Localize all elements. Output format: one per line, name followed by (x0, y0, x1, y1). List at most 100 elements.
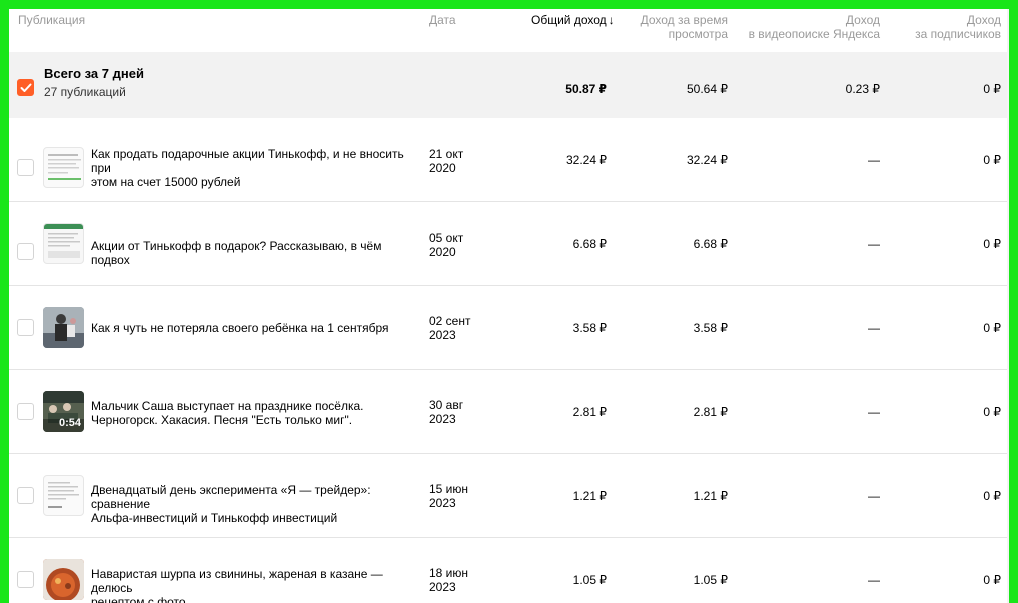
row-watch-income: 32.24 ₽ (687, 153, 728, 167)
table-row[interactable]: Двенадцатый день эксперимента «Я — трейд… (9, 454, 1009, 538)
row-title-line2: Альфа-инвестиций и Тинькофф инвестиций (91, 511, 338, 525)
table-row[interactable]: Наваристая шурпа из свинины, жареная в к… (9, 538, 1009, 603)
scrollbar-track[interactable] (1007, 9, 1009, 603)
row-checkbox[interactable] (17, 403, 34, 420)
column-publication[interactable]: Публикация (18, 13, 85, 27)
stats-panel: Публикация Дата Общий доход ↓ Доход за вр… (9, 9, 1009, 603)
row-date-line2: 2020 (429, 245, 456, 259)
row-watch-income: 6.68 ₽ (693, 237, 728, 251)
row-date-line1: 15 июн (429, 482, 469, 496)
row-title[interactable]: Двенадцатый день эксперимента «Я — трейд… (91, 483, 421, 525)
row-checkbox[interactable] (17, 159, 34, 176)
row-title[interactable]: Акции от Тинькофф в подарок? Рассказываю… (91, 239, 421, 267)
row-date: 15 июн 2023 (429, 482, 489, 510)
document-thumbnail-icon[interactable] (43, 475, 84, 516)
row-date-line1: 21 окт (429, 147, 464, 161)
video-thumbnail-icon[interactable]: 0:54 (43, 391, 84, 432)
row-title-line2: этом на счет 15000 рублей (91, 175, 241, 189)
total-row: Всего за 7 дней 27 публикаций 50.87 ₽ 50… (9, 52, 1009, 118)
table-row[interactable]: Акции от Тинькофф в подарок? Рассказываю… (9, 202, 1009, 286)
column-total-income-label: Общий доход (531, 13, 607, 27)
row-title-line1: Как продать подарочные акции Тинькофф, и… (91, 147, 404, 175)
select-all-checkbox[interactable] (17, 79, 34, 96)
column-videosearch-line2: в видеопоиске Яндекса (748, 27, 880, 41)
row-date: 30 авг 2023 (429, 398, 489, 426)
row-videosearch-income: — (868, 321, 880, 335)
row-date-line1: 30 авг (429, 398, 464, 412)
row-title-line1: Наваристая шурпа из свинины, жареная в к… (91, 567, 383, 595)
row-title[interactable]: Мальчик Саша выступает на празднике посё… (91, 399, 421, 427)
food-thumbnail-icon[interactable] (43, 559, 84, 600)
row-videosearch-income: — (868, 489, 880, 503)
row-subscribers-income: 0 ₽ (983, 153, 1001, 167)
row-title-line2: рецептом с фото (91, 595, 186, 603)
row-subscribers-income: 0 ₽ (983, 573, 1001, 587)
column-subscribers-line1: Доход (966, 13, 1001, 27)
row-date-line2: 2023 (429, 496, 456, 510)
row-date-line1: 05 окт (429, 231, 464, 245)
row-date: 18 июн 2023 (429, 566, 489, 594)
row-date-line1: 18 июн (429, 566, 469, 580)
total-subscribers-income-value: 0 ₽ (983, 82, 1001, 96)
row-subscribers-income: 0 ₽ (983, 237, 1001, 251)
document-thumbnail-icon[interactable] (43, 147, 84, 188)
row-title-line1: Двенадцатый день эксперимента «Я — трейд… (91, 483, 371, 511)
row-checkbox[interactable] (17, 487, 34, 504)
total-watch-income-value: 50.64 ₽ (687, 82, 728, 96)
row-total-income: 2.81 ₽ (572, 405, 607, 419)
row-total-income: 6.68 ₽ (572, 237, 607, 251)
total-subtitle: 27 публикаций (44, 85, 126, 99)
column-date[interactable]: Дата (429, 13, 456, 27)
row-title-line2: Черногорск. Хакасия. Песня "Есть только … (91, 413, 353, 427)
row-title[interactable]: Как я чуть не потеряла своего ребёнка на… (91, 321, 421, 335)
video-duration: 0:54 (59, 417, 82, 429)
row-title-line1: Как я чуть не потеряла своего ребёнка на… (91, 321, 389, 335)
row-total-income: 32.24 ₽ (566, 153, 607, 167)
column-subscribers-line2: за подписчиков (915, 27, 1001, 41)
column-subscribers-income[interactable]: Доход за подписчиков (889, 13, 1001, 41)
row-watch-income: 2.81 ₽ (693, 405, 728, 419)
row-total-income: 3.58 ₽ (572, 321, 607, 335)
document-green-thumbnail-icon[interactable] (43, 223, 84, 264)
row-subscribers-income: 0 ₽ (983, 489, 1001, 503)
row-watch-income: 3.58 ₽ (693, 321, 728, 335)
column-watch-income-line2: просмотра (668, 27, 728, 41)
row-subscribers-income: 0 ₽ (983, 321, 1001, 335)
row-date: 02 сент 2023 (429, 314, 489, 342)
row-videosearch-income: — (868, 573, 880, 587)
table-row[interactable]: 0:54 Мальчик Саша выступает на празднике… (9, 370, 1009, 454)
row-total-income: 1.05 ₽ (572, 573, 607, 587)
row-title[interactable]: Наваристая шурпа из свинины, жареная в к… (91, 567, 421, 603)
check-icon (20, 83, 32, 92)
row-checkbox[interactable] (17, 571, 34, 588)
row-date-line2: 2023 (429, 328, 456, 342)
row-date-line2: 2023 (429, 412, 456, 426)
row-checkbox[interactable] (17, 319, 34, 336)
row-watch-income: 1.05 ₽ (693, 573, 728, 587)
row-title-line1: Мальчик Саша выступает на празднике посё… (91, 399, 364, 413)
row-date-line2: 2023 (429, 580, 456, 594)
column-videosearch-income[interactable]: Доход в видеопоиске Яндекса (729, 13, 880, 41)
row-videosearch-income: — (868, 405, 880, 419)
row-date-line1: 02 сент (429, 314, 471, 328)
column-watch-income[interactable]: Доход за время просмотра (609, 13, 728, 41)
row-title[interactable]: Как продать подарочные акции Тинькофф, и… (91, 147, 421, 189)
table-header: Публикация Дата Общий доход ↓ Доход за вр… (9, 9, 1009, 53)
row-videosearch-income: — (868, 237, 880, 251)
column-videosearch-line1: Доход (845, 13, 880, 27)
column-watch-income-line1: Доход за время (640, 13, 728, 27)
row-subscribers-income: 0 ₽ (983, 405, 1001, 419)
total-title: Всего за 7 дней (44, 66, 144, 81)
photo-thumbnail-icon[interactable] (43, 307, 84, 348)
row-videosearch-income: — (868, 153, 880, 167)
row-date: 05 окт 2020 (429, 231, 489, 259)
row-watch-income: 1.21 ₽ (693, 489, 728, 503)
table-row[interactable]: Как продать подарочные акции Тинькофф, и… (9, 118, 1009, 202)
row-total-income: 1.21 ₽ (572, 489, 607, 503)
row-date: 21 окт 2020 (429, 147, 489, 175)
table-row[interactable]: Как я чуть не потеряла своего ребёнка на… (9, 286, 1009, 370)
column-total-income[interactable]: Общий доход ↓ (531, 13, 615, 27)
row-title-line1: Акции от Тинькофф в подарок? Рассказываю… (91, 239, 382, 267)
row-checkbox[interactable] (17, 243, 34, 260)
row-date-line2: 2020 (429, 161, 456, 175)
